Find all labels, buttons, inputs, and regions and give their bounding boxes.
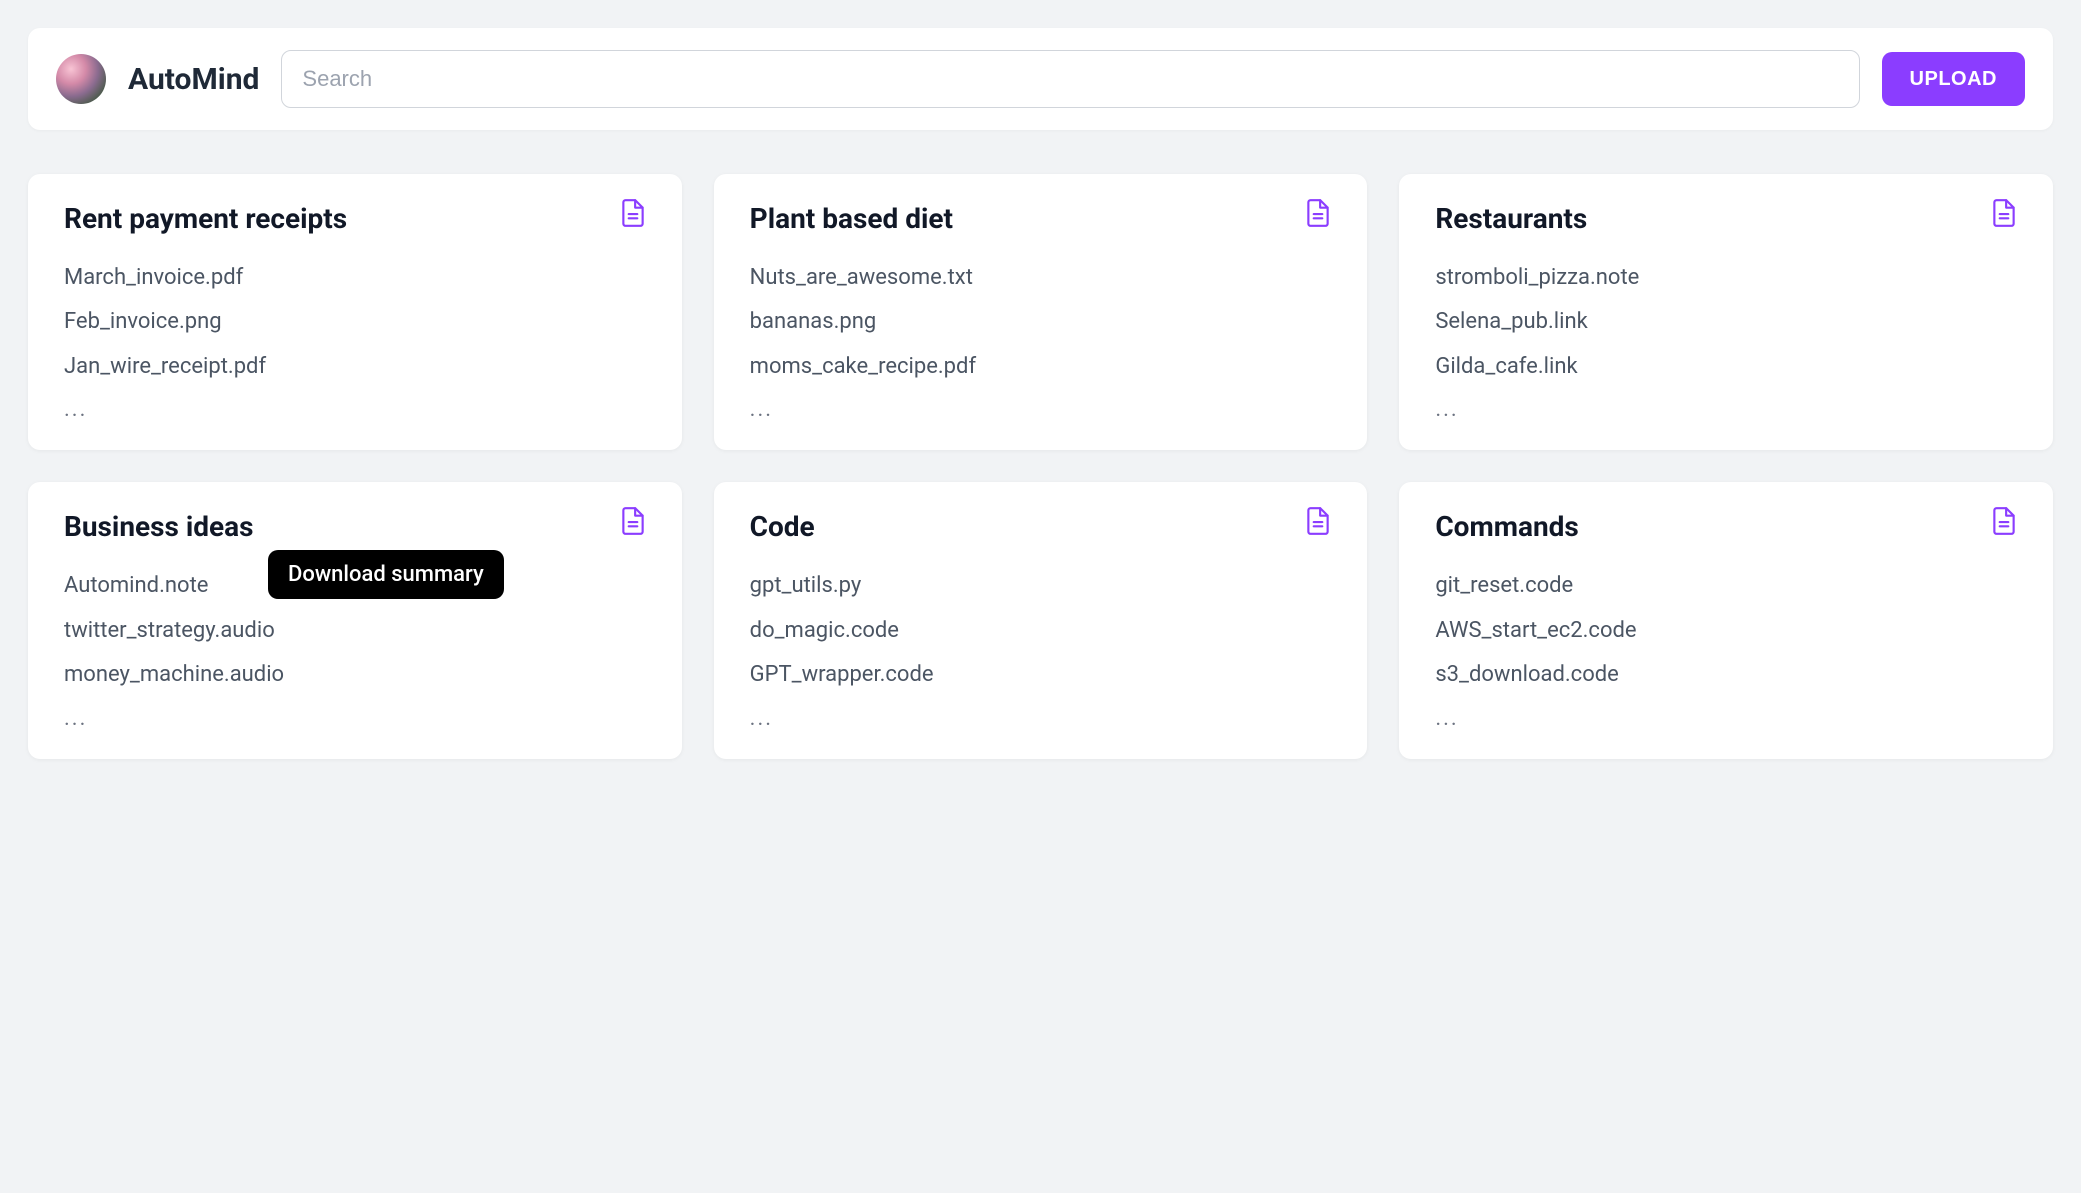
card-header: Restaurants [1435, 202, 2017, 236]
card-title: Rent payment receipts [64, 202, 347, 236]
document-icon[interactable] [1305, 506, 1331, 536]
card-title: Restaurants [1435, 202, 1587, 236]
file-item[interactable]: do_magic.code [750, 617, 1332, 646]
file-item[interactable]: twitter_strategy.audio [64, 617, 646, 646]
folder-card: Commands git_reset.code AWS_start_ec2.cod… [1399, 482, 2053, 758]
brand-title: AutoMind [128, 62, 259, 97]
folder-card: Plant based diet Nuts_are_awesome.txtban… [714, 174, 1368, 450]
folder-card: Code gpt_utils.py do_magic.code GPT_wrappe… [714, 482, 1368, 758]
file-item[interactable]: money_machine.audio [64, 661, 646, 690]
card-header: Commands [1435, 510, 2017, 544]
more-ellipsis[interactable]: ... [750, 706, 1332, 731]
topbar: AutoMind UPLOAD [28, 28, 2053, 130]
card-header: Code [750, 510, 1332, 544]
file-item[interactable]: Selena_pub.link [1435, 308, 2017, 337]
folder-card: Business ideas Automind.notetwitter_stra… [28, 482, 682, 758]
file-item[interactable]: AWS_start_ec2.code [1435, 617, 2017, 646]
search-input[interactable] [281, 50, 1859, 108]
card-grid: Rent payment receipts March_invoice.pdf F… [28, 174, 2053, 759]
card-title: Plant based diet [750, 202, 953, 236]
file-item[interactable]: gpt_utils.py [750, 572, 1332, 601]
file-item[interactable]: s3_download.code [1435, 661, 2017, 690]
folder-card: Restaurants stromboli_pizza.note Selena_p… [1399, 174, 2053, 450]
folder-card: Rent payment receipts March_invoice.pdf F… [28, 174, 682, 450]
file-item[interactable]: Jan_wire_receipt.pdf [64, 353, 646, 382]
avatar[interactable] [56, 54, 106, 104]
card-header: Plant based diet [750, 202, 1332, 236]
document-icon[interactable] [1991, 198, 2017, 228]
card-header: Rent payment receipts [64, 202, 646, 236]
file-item[interactable]: bananas.png [750, 308, 1332, 337]
upload-button[interactable]: UPLOAD [1882, 52, 2025, 106]
file-list: March_invoice.pdf Feb_invoice.png Jan_wire… [64, 264, 646, 382]
document-icon[interactable] [620, 198, 646, 228]
document-icon[interactable] [620, 506, 646, 536]
file-item[interactable]: moms_cake_recipe.pdf [750, 353, 1332, 382]
file-item[interactable]: March_invoice.pdf [64, 264, 646, 293]
more-ellipsis[interactable]: ... [1435, 397, 2017, 422]
document-icon[interactable] [1991, 506, 2017, 536]
file-item[interactable]: Gilda_cafe.link [1435, 353, 2017, 382]
file-list: gpt_utils.py do_magic.code GPT_wrapper.cod… [750, 572, 1332, 690]
file-item[interactable]: Nuts_are_awesome.txt [750, 264, 1332, 293]
card-header: Business ideas [64, 510, 646, 544]
file-list: stromboli_pizza.note Selena_pub.link Gilda… [1435, 264, 2017, 382]
file-item[interactable]: Feb_invoice.png [64, 308, 646, 337]
file-item[interactable]: GPT_wrapper.code [750, 661, 1332, 690]
file-list: Nuts_are_awesome.txt bananas.png moms_cake… [750, 264, 1332, 382]
file-list: git_reset.code AWS_start_ec2.code s3_downl… [1435, 572, 2017, 690]
more-ellipsis[interactable]: ... [1435, 706, 2017, 731]
more-ellipsis[interactable]: ... [64, 706, 646, 731]
document-icon[interactable] [1305, 198, 1331, 228]
card-title: Code [750, 510, 815, 544]
more-ellipsis[interactable]: ... [750, 397, 1332, 422]
tooltip: Download summary [268, 550, 504, 599]
card-title: Business ideas [64, 510, 254, 544]
more-ellipsis[interactable]: ... [64, 397, 646, 422]
file-item[interactable]: stromboli_pizza.note [1435, 264, 2017, 293]
card-title: Commands [1435, 510, 1578, 544]
file-item[interactable]: git_reset.code [1435, 572, 2017, 601]
